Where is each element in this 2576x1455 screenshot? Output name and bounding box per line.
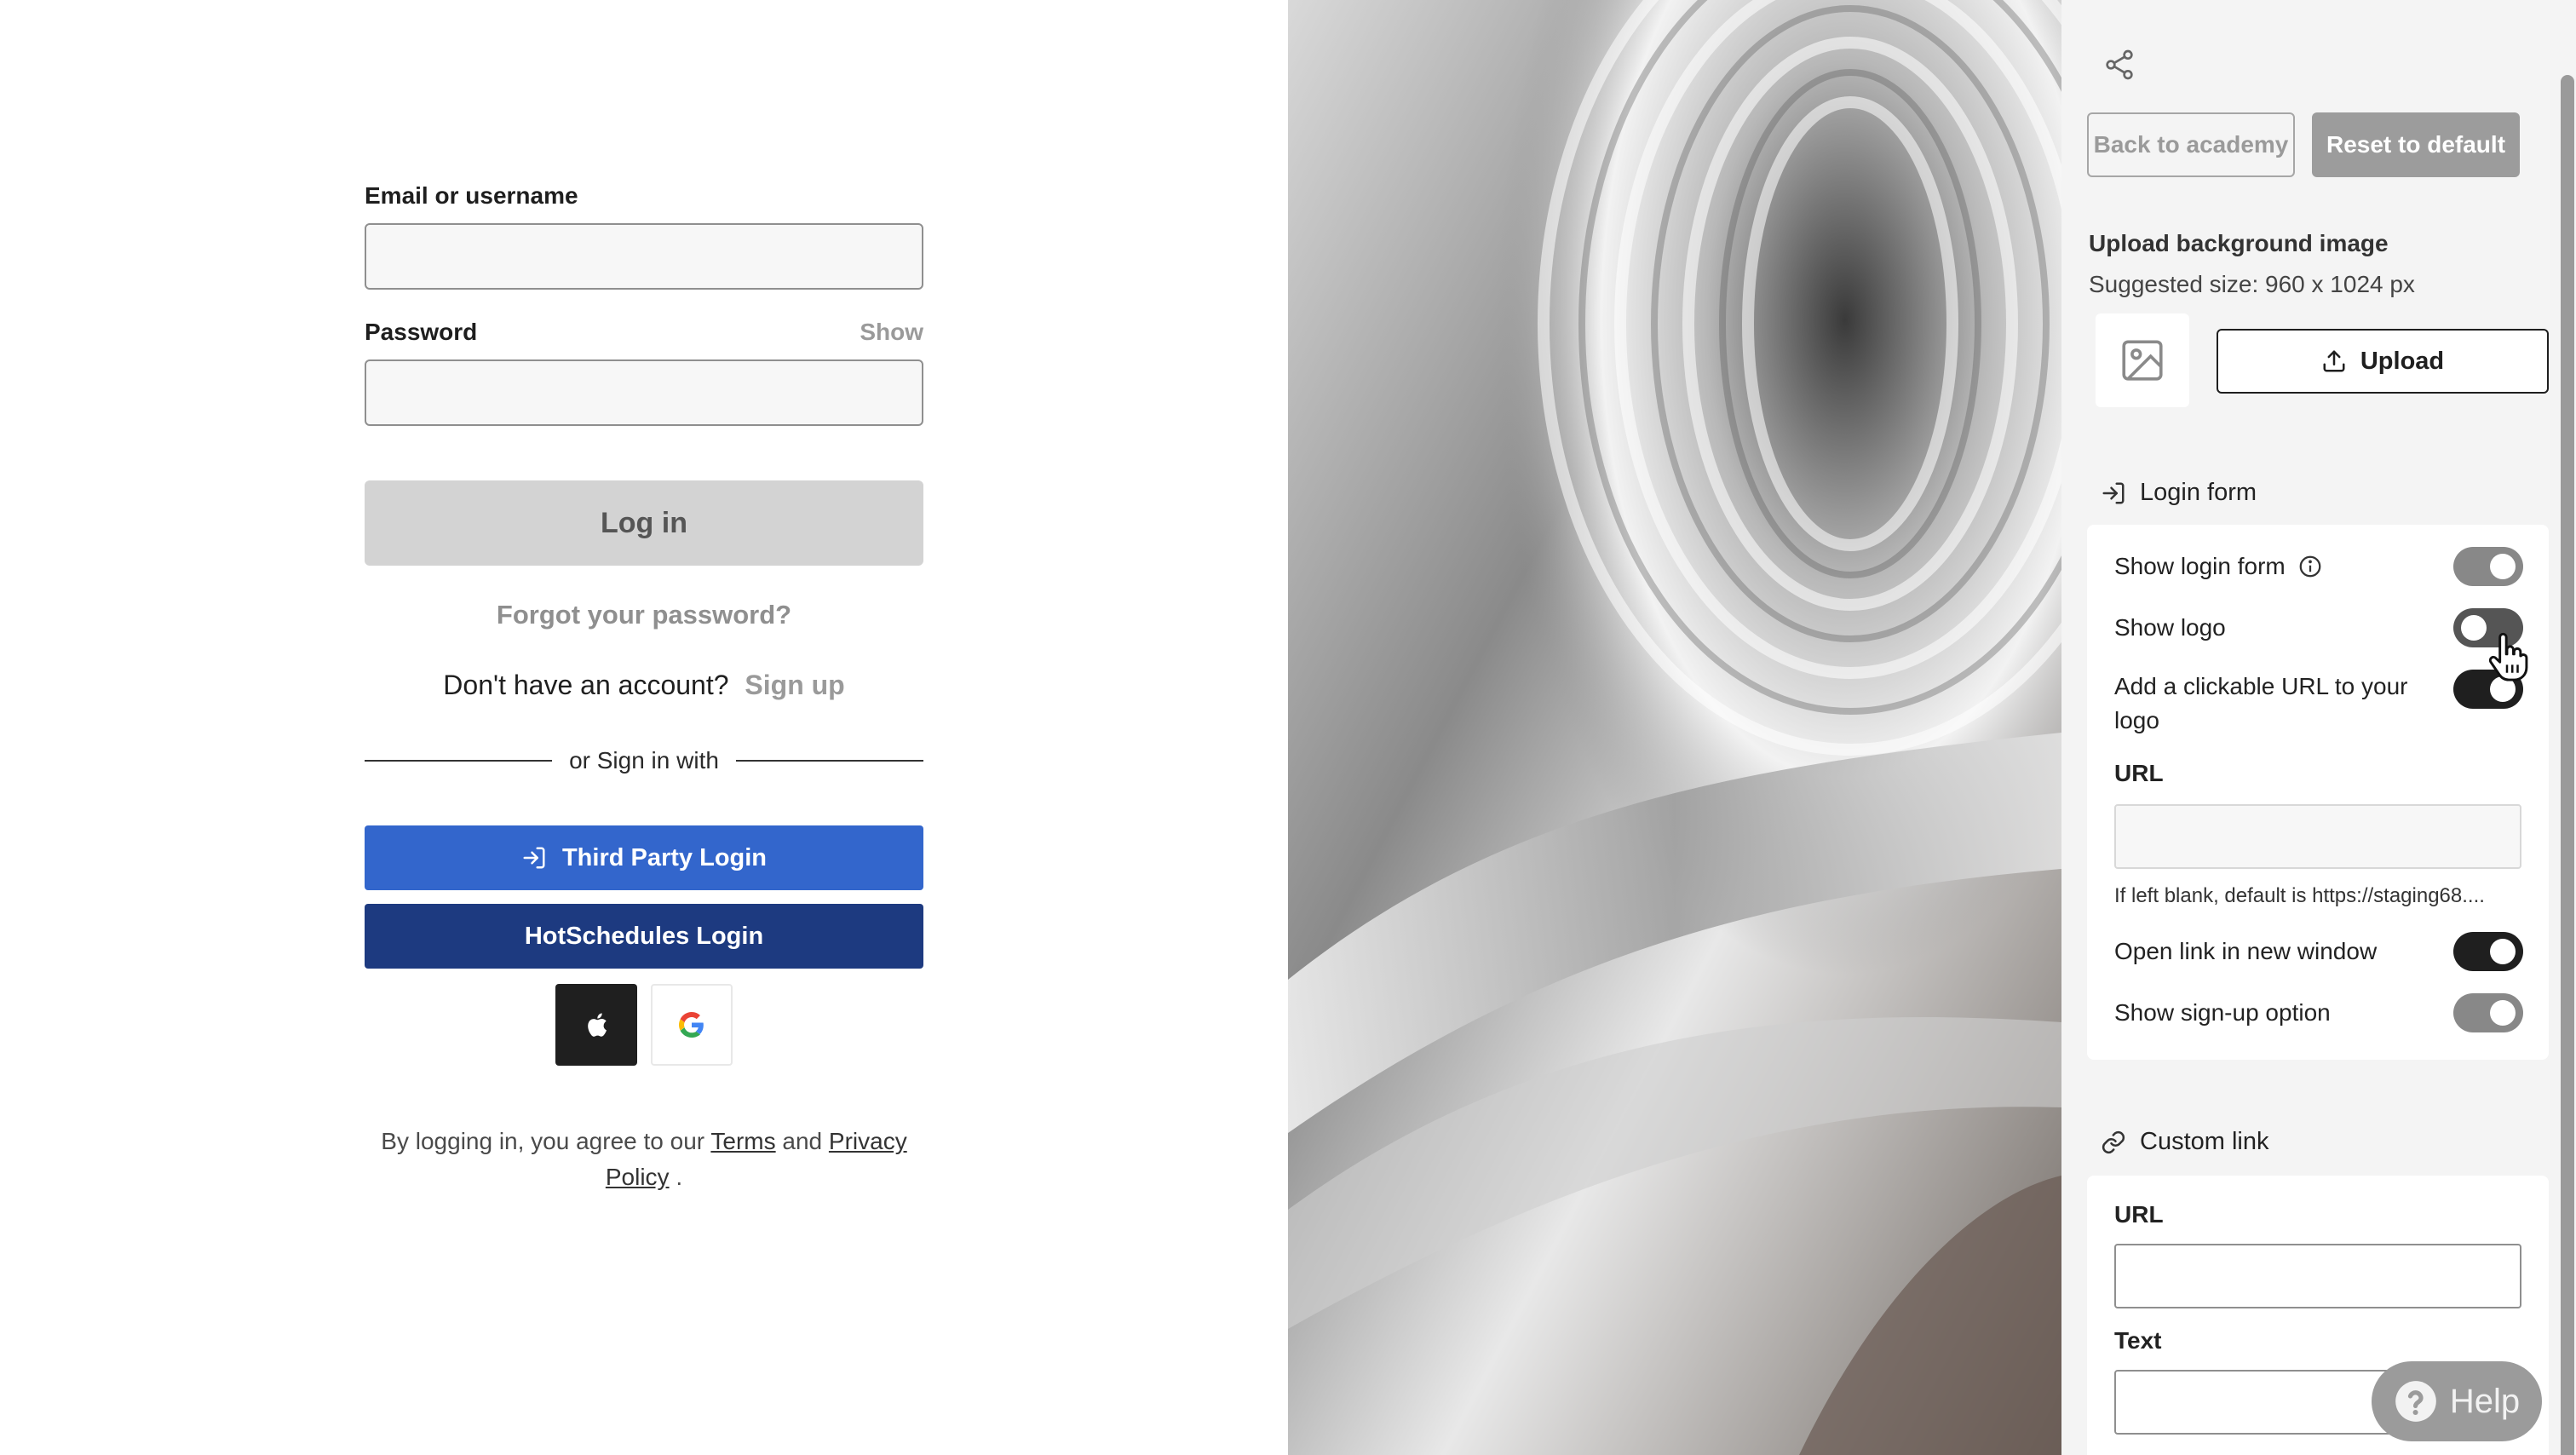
link-icon	[2102, 1130, 2125, 1153]
clickable-url-label: Add a clickable URL to your	[2114, 673, 2408, 699]
password-input[interactable]	[365, 359, 923, 426]
info-icon[interactable]	[2297, 554, 2323, 579]
back-to-academy-button[interactable]: Back to academy	[2087, 112, 2295, 177]
login-icon	[2102, 482, 2125, 503]
login-form-section-title: Login form	[2140, 479, 2257, 506]
login-button[interactable]: Log in	[365, 480, 923, 566]
terms-suffix: .	[676, 1164, 683, 1190]
url-label: URL	[2114, 760, 2164, 786]
hotschedules-login-button[interactable]: HotSchedules Login	[365, 904, 923, 969]
custom-url-input[interactable]	[2114, 1244, 2521, 1308]
custom-url-label: URL	[2114, 1201, 2164, 1228]
upload-button[interactable]: Upload	[2217, 329, 2549, 394]
login-arrow-icon	[523, 847, 545, 869]
custom-link-section-header: Custom link	[2101, 1128, 2269, 1156]
password-label-row: Password Show	[365, 315, 923, 349]
email-label-text: Email or username	[365, 182, 578, 209]
divider-line-left	[365, 760, 553, 762]
login-page: Email or username Password Show Log in F…	[0, 0, 1288, 1455]
email-input[interactable]	[365, 223, 923, 290]
google-login-button[interactable]	[651, 984, 733, 1066]
panel-top-buttons: Back to academy Reset to default	[2087, 112, 2520, 177]
open-new-window-toggle[interactable]	[2453, 932, 2523, 971]
terms-prefix: By logging in, you agree to our	[381, 1128, 705, 1154]
custom-text-label: Text	[2114, 1327, 2162, 1354]
help-label: Help	[2449, 1382, 2521, 1420]
open-new-window-row: Open link in new window	[2114, 932, 2523, 971]
show-logo-row: Show logo	[2114, 608, 2523, 647]
upload-size-hint: Suggested size: 960 x 1024 px	[2089, 271, 2415, 297]
clickable-url-label-cont: logo	[2114, 707, 2159, 733]
google-icon	[679, 1012, 704, 1038]
image-icon	[2122, 340, 2163, 381]
settings-panel: Back to academy Reset to default Upload …	[2061, 0, 2576, 1455]
divider-text: or Sign in with	[569, 747, 719, 774]
open-new-window-label: Open link in new window	[2114, 938, 2378, 964]
panel-scrollbar[interactable]	[2559, 0, 2576, 1455]
panel-scrollbar-thumb[interactable]	[2561, 75, 2574, 1455]
apple-icon	[588, 1013, 607, 1037]
email-label: Email or username	[365, 179, 923, 213]
question-icon	[2395, 1381, 2436, 1422]
logo-url-input[interactable]	[2114, 804, 2521, 869]
third-party-login-label: Third Party Login	[561, 843, 768, 871]
sign-up-link[interactable]: Sign up	[745, 670, 844, 700]
password-label: Password	[365, 319, 478, 345]
silver-swirl-image	[1288, 0, 2061, 1455]
terms-and: and	[782, 1128, 823, 1154]
clickable-url-row: Add a clickable URL to your logo	[2114, 670, 2523, 738]
show-signup-label: Show sign-up option	[2114, 999, 2331, 1026]
reset-to-default-button[interactable]: Reset to default	[2312, 112, 2520, 177]
show-login-form-label: Show login form	[2114, 553, 2286, 579]
show-signup-toggle[interactable]	[2453, 993, 2523, 1032]
show-signup-row: Show sign-up option	[2114, 993, 2523, 1032]
share-icon[interactable]	[2102, 48, 2136, 82]
upload-button-label: Upload	[2360, 347, 2445, 375]
terms-link[interactable]: Terms	[710, 1128, 775, 1154]
signup-row: Don't have an account? Sign up	[365, 670, 923, 701]
upload-title: Upload background image	[2089, 230, 2389, 256]
login-form-section-header: Login form	[2101, 479, 2257, 507]
no-account-text: Don't have an account?	[443, 670, 729, 700]
login-form: Email or username Password Show Log in F…	[365, 179, 923, 1195]
forgot-password-link[interactable]: Forgot your password?	[365, 600, 923, 630]
social-login-row	[365, 984, 923, 1066]
show-password-toggle[interactable]: Show	[860, 319, 923, 346]
url-default-hint: If left blank, default is https://stagin…	[2114, 884, 2485, 907]
show-logo-label: Show logo	[2114, 614, 2226, 641]
help-button[interactable]: Help	[2372, 1361, 2542, 1441]
hand-cursor-icon	[2488, 632, 2528, 681]
background-thumbnail	[2096, 313, 2189, 407]
terms-text: By logging in, you agree to our Terms an…	[365, 1124, 923, 1195]
sign-in-divider: or Sign in with	[365, 747, 923, 774]
privacy-link[interactable]: Privacy	[829, 1128, 907, 1154]
upload-icon	[2323, 350, 2345, 372]
custom-link-section-title: Custom link	[2140, 1128, 2269, 1155]
apple-login-button[interactable]	[555, 984, 637, 1066]
show-login-form-row: Show login form	[2114, 547, 2523, 586]
divider-line-right	[735, 760, 923, 762]
third-party-login-button[interactable]: Third Party Login	[365, 825, 923, 890]
privacy-link-cont[interactable]: Policy	[606, 1164, 670, 1190]
show-login-form-toggle[interactable]	[2453, 547, 2523, 586]
background-image-preview	[1288, 0, 2061, 1455]
login-form-card: Show login form Show logo Add a clickabl…	[2087, 525, 2549, 1060]
